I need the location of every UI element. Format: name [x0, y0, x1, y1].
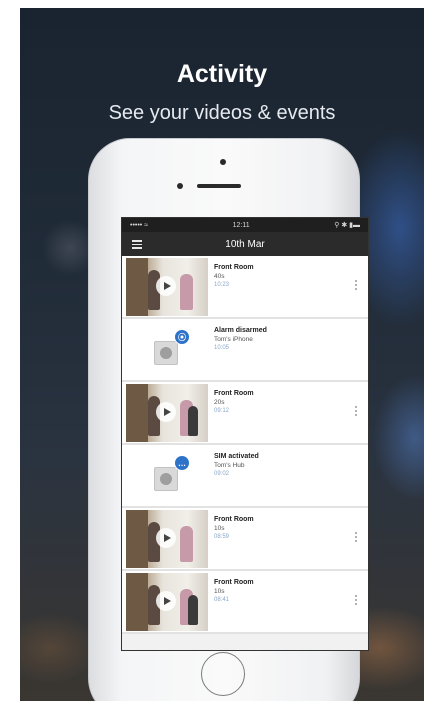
app-screen: ••••• ≈ 12:11 ⚲ ✱ ▮▬ 10th Mar Front Room: [121, 217, 369, 651]
row-time: 10:05: [214, 345, 230, 351]
more-options-icon[interactable]: [355, 532, 358, 544]
earpiece-speaker: [197, 184, 241, 188]
device-thumbnail: ⦿: [126, 321, 208, 379]
row-subtitle: 10s: [214, 525, 225, 532]
activity-row-video[interactable]: Front Room 20s 09:12: [122, 382, 368, 445]
row-title: Alarm disarmed: [214, 327, 267, 334]
row-time: 09:12: [214, 408, 230, 414]
row-subtitle: 20s: [214, 399, 225, 406]
status-indicators: ⚲ ✱ ▮▬: [334, 222, 360, 229]
video-thumbnail[interactable]: [126, 510, 208, 568]
play-icon[interactable]: [156, 591, 176, 611]
row-title: Front Room: [214, 579, 254, 586]
row-time: 08:59: [214, 534, 230, 540]
promo-title: Activity: [176, 60, 268, 88]
video-thumbnail[interactable]: [126, 573, 208, 631]
hub-device-icon: [154, 467, 178, 491]
hub-device-icon: [154, 341, 178, 365]
row-title: Front Room: [214, 390, 254, 397]
row-time: 08:41: [214, 597, 230, 603]
more-options-icon[interactable]: [355, 595, 358, 607]
row-subtitle: Tom's iPhone: [214, 336, 253, 343]
status-carrier: ••••• ≈: [130, 221, 149, 229]
home-button[interactable]: [201, 652, 245, 696]
row-time: 10:23: [214, 282, 230, 288]
front-camera-icon: [220, 159, 226, 165]
activity-row-event[interactable]: … SIM activated Tom's Hub 09:02: [122, 445, 368, 508]
phone-mockup: ••••• ≈ 12:11 ⚲ ✱ ▮▬ 10th Mar Front Room: [88, 138, 369, 701]
play-icon[interactable]: [156, 528, 176, 548]
more-options-icon[interactable]: [355, 280, 358, 292]
video-thumbnail[interactable]: [126, 258, 208, 316]
user-badge-icon: ⦿: [174, 329, 190, 345]
play-icon[interactable]: [156, 402, 176, 422]
row-title: SIM activated: [214, 453, 259, 460]
activity-row-video[interactable]: Front Room 40s 10:23: [122, 256, 368, 319]
activity-row-event[interactable]: ⦿ Alarm disarmed Tom's iPhone 10:05: [122, 319, 368, 382]
activity-row-video[interactable]: Front Room 10s 08:59: [122, 508, 368, 571]
more-options-icon[interactable]: [355, 406, 358, 418]
activity-row-video[interactable]: Front Room 10s 08:41: [122, 571, 368, 634]
play-icon[interactable]: [156, 276, 176, 296]
row-subtitle: 40s: [214, 273, 225, 280]
status-bar: ••••• ≈ 12:11 ⚲ ✱ ▮▬: [122, 218, 368, 232]
chat-badge-icon: …: [174, 455, 190, 471]
row-subtitle: Tom's Hub: [214, 462, 245, 469]
status-time: 12:11: [232, 221, 250, 229]
app-bar-date: 10th Mar: [225, 238, 265, 250]
activity-list: Front Room 40s 10:23 ⦿ Alarm disarmed To…: [122, 256, 368, 634]
row-time: 09:02: [214, 471, 230, 477]
hamburger-menu-icon[interactable]: [132, 240, 142, 249]
promo-subtitle: See your videos & events: [108, 102, 336, 124]
sensor-dot-icon: [177, 183, 183, 189]
row-title: Front Room: [214, 516, 254, 523]
promo-background: Activity See your videos & events ••••• …: [20, 8, 424, 701]
app-bar: 10th Mar: [122, 232, 368, 256]
video-thumbnail[interactable]: [126, 384, 208, 442]
row-subtitle: 10s: [214, 588, 225, 595]
device-thumbnail: …: [126, 447, 208, 505]
row-title: Front Room: [214, 264, 254, 271]
